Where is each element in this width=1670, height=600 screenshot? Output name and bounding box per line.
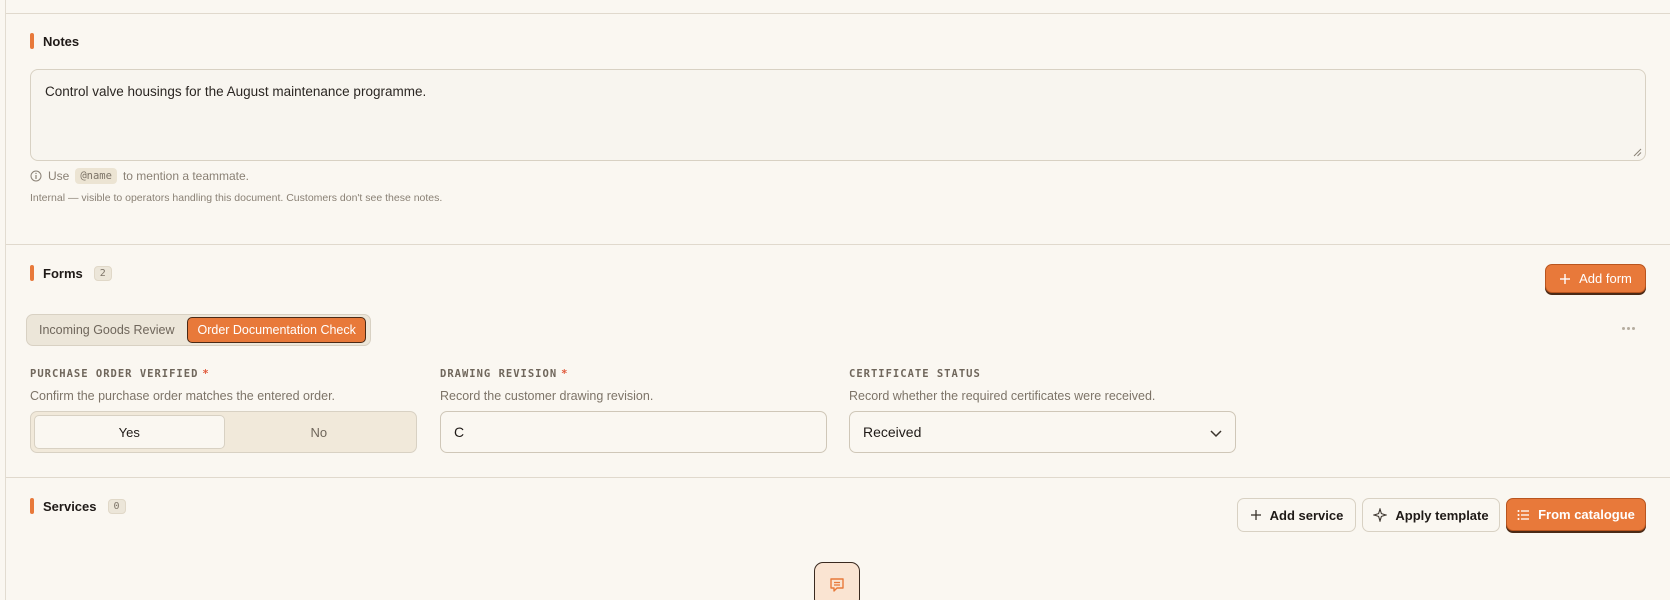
services-count-badge: 0	[107, 498, 126, 514]
section-accent-bar	[30, 33, 34, 49]
plus-icon	[1560, 273, 1571, 284]
forms-header: Forms 2	[30, 265, 112, 281]
sparkle-icon	[1373, 508, 1388, 522]
forms-count-badge: 2	[93, 265, 112, 281]
apply-template-button[interactable]: Apply template	[1362, 498, 1500, 532]
services-title: Services	[43, 498, 97, 514]
drawing-revision-label: DRAWING REVISION *	[440, 368, 569, 380]
section-accent-bar	[30, 265, 34, 281]
divider-forms-services	[6, 477, 1670, 478]
divider-notes-forms	[6, 244, 1670, 245]
add-service-label: Add service	[1269, 507, 1344, 523]
internal-visibility-note: Internal — visible to operators handling…	[30, 192, 443, 204]
required-marker: *	[561, 368, 569, 380]
resize-grip-icon[interactable]	[1633, 148, 1642, 157]
more-icon[interactable]	[1622, 327, 1635, 330]
info-icon	[30, 170, 42, 182]
hint-suffix: to mention a teammate.	[122, 169, 250, 183]
content-left-border	[5, 0, 6, 600]
required-marker: *	[202, 368, 210, 380]
hint-prefix: Use	[48, 169, 70, 183]
no-option[interactable]: No	[225, 415, 414, 449]
tab-incoming-goods-review[interactable]: Incoming Goods Review	[30, 318, 183, 342]
section-accent-bar	[30, 498, 34, 514]
mention-code: @name	[75, 168, 117, 184]
certificate-status-help: Record whether the required certificates…	[849, 389, 1156, 403]
from-catalogue-button[interactable]: From catalogue	[1506, 498, 1646, 531]
certificate-status-value: Received	[863, 424, 922, 440]
notes-title: Notes	[43, 33, 80, 49]
form-tabs: Incoming Goods Review Order Documentatio…	[26, 314, 371, 346]
certificate-status-label: CERTIFICATE STATUS	[849, 368, 981, 380]
po-verified-help: Confirm the purchase order matches the e…	[30, 389, 336, 403]
mention-hint: Use @name to mention a teammate.	[30, 168, 249, 184]
add-form-label: Add form	[1579, 271, 1632, 286]
drawing-revision-help: Record the customer drawing revision.	[440, 389, 654, 403]
yes-option[interactable]: Yes	[34, 415, 225, 449]
notes-header: Notes	[30, 33, 79, 49]
divider-top	[6, 13, 1670, 14]
add-form-button[interactable]: Add form	[1545, 264, 1646, 293]
tab-order-documentation-check[interactable]: Order Documentation Check	[187, 317, 366, 343]
certificate-status-select[interactable]: Received	[849, 411, 1236, 453]
forms-title: Forms	[43, 265, 83, 281]
drawing-revision-value: C	[454, 424, 465, 440]
notes-text: Control valve housings for the August ma…	[45, 84, 427, 99]
services-header: Services 0	[30, 498, 126, 514]
plus-icon	[1250, 510, 1261, 520]
receipt-icon	[830, 578, 844, 592]
drawing-revision-input[interactable]: C	[440, 411, 827, 453]
notes-textarea[interactable]: Control valve housings for the August ma…	[30, 69, 1646, 161]
po-verified-label: PURCHASE ORDER VERIFIED *	[30, 368, 210, 380]
apply-template-label: Apply template	[1395, 507, 1489, 523]
add-service-button[interactable]: Add service	[1237, 498, 1356, 532]
services-empty-state-icon	[814, 562, 860, 600]
po-verified-toggle: Yes No	[30, 411, 417, 453]
list-icon	[1517, 509, 1530, 520]
from-catalogue-label: From catalogue	[1538, 507, 1635, 522]
chevron-down-icon	[1210, 430, 1222, 438]
